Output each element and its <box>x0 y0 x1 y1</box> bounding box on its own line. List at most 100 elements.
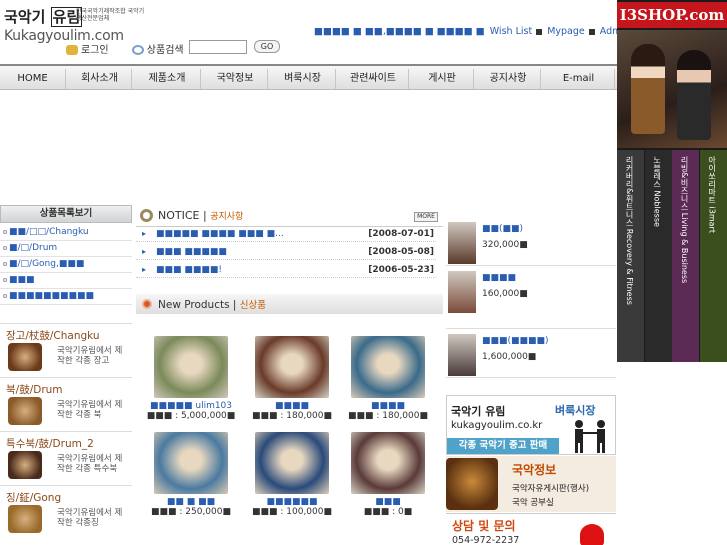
banner-stripe[interactable]: 리커버리&휘트니스 Recovery & Fitness <box>617 150 644 362</box>
contact-title: 상담 및 문의 <box>452 519 516 533</box>
side-product[interactable]: ■■■(■■■■) 1,600,000■ <box>446 330 616 378</box>
product-card[interactable]: ■■ ■ ■■ ■■■ : 250,000■ <box>143 432 239 517</box>
search-input[interactable] <box>189 40 247 54</box>
side-product[interactable]: ■■■■ 160,000■ <box>446 267 616 329</box>
more-button[interactable]: MORE <box>414 212 438 222</box>
person-image <box>631 44 665 134</box>
info-image <box>446 458 498 510</box>
product-card[interactable]: ■■■■■■ ■■■ : 100,000■ <box>244 432 340 517</box>
gukak-info-ad[interactable]: 국악정보 국악자유게시판(행사) 국악 공부실 <box>446 456 616 512</box>
category-box-desc: 국악기유림에서 제작한 각종 특수북 <box>57 454 123 474</box>
category-item[interactable]: ■/□/Gong,■■■ <box>0 257 132 273</box>
banner-stripe[interactable]: 리빙&비즈니스 Living & Business <box>672 150 699 362</box>
notice-title: NOTICE <box>158 209 200 222</box>
category-box-desc: 국악기유림에서 제작한 각종 장고 <box>57 346 123 366</box>
nav-item[interactable]: 게시판 <box>411 69 474 89</box>
product-price: ■■■ : 0■ <box>363 507 413 517</box>
product-image[interactable] <box>255 432 329 494</box>
notice-item-title: ■■■■■ ■■■■ ■■■ ■... <box>156 229 284 239</box>
category-label: ■■■■■■■■■■ <box>9 291 95 301</box>
main-nav: HOME 회사소개 제품소개 국악정보 벼룩시장 관련싸이트 게시판 공지사항 E-mail <box>0 64 617 90</box>
side-product-name[interactable]: ■■■(■■■■) <box>482 336 549 346</box>
notice-item[interactable]: ▸ ■■■ ■■■■■ [2008-05-08] <box>136 244 436 260</box>
category-box[interactable]: 장고/杖鼓/Changku 국악기유림에서 제작한 각종 장고 <box>0 323 132 377</box>
category-box-title: 북/鼓/Drum <box>6 384 63 396</box>
product-card[interactable]: ■■■■ ■■■ : 180,000■ <box>244 336 340 421</box>
category-item[interactable]: ■/□/Drum <box>0 241 132 257</box>
flea-market-ad[interactable]: 국악기 유림 벼룩시장 kukagyoulim.co.kr 각종 국악기 중고 … <box>446 395 616 455</box>
side-product-image[interactable] <box>448 271 476 313</box>
side-product-image[interactable] <box>448 334 476 376</box>
product-price: ■■■ : 180,000■ <box>348 411 428 421</box>
product-name[interactable]: ■■■■■ ulim103 <box>143 401 239 411</box>
category-box[interactable]: 징/鉦/Gong 국악기유림에서 제작한 각종징 <box>0 485 132 539</box>
product-card[interactable]: ■■■■ ■■■ : 180,000■ <box>340 336 436 421</box>
category-item[interactable]: ■■■■■■■■■■ <box>0 289 132 305</box>
arrow-icon: ▸ <box>142 229 147 238</box>
side-product-image[interactable] <box>448 222 476 264</box>
site-logo[interactable]: 국악기 유림 한국국악기제작조합 국악기생산전문업체 Kukagyoulim.c… <box>4 6 144 44</box>
mypage-link[interactable]: Mypage <box>547 26 585 37</box>
banner-photo <box>617 30 727 148</box>
notice-item[interactable]: ▸ ■■■ ■■■■! [2006-05-23] <box>136 262 436 278</box>
category-box-title: 장고/杖鼓/Changku <box>6 330 100 342</box>
product-name[interactable]: ■■■■■■ <box>244 497 340 507</box>
nav-item[interactable]: 국악정보 <box>203 69 268 89</box>
category-box[interactable]: 북/鼓/Drum 국악기유림에서 제작한 각종 북 <box>0 377 132 431</box>
contact-ad[interactable]: 상담 및 문의 054-972-2237 <box>446 513 616 545</box>
product-image[interactable] <box>154 336 228 398</box>
category-box-title: 특수북/鼓/Drum_2 <box>6 438 94 450</box>
product-card[interactable]: ■■■ ■■■ : 0■ <box>340 432 436 517</box>
nav-item[interactable]: 관련싸이트 <box>338 69 409 89</box>
product-name[interactable]: ■■■■ <box>244 401 340 411</box>
side-product-name[interactable]: ■■■■ <box>482 273 516 283</box>
product-image[interactable] <box>255 336 329 398</box>
stripe-label: 리빙&비즈니스 Living & Business <box>680 156 689 284</box>
contact-phone: 054-972-2237 <box>452 535 520 545</box>
nav-item[interactable]: 벼룩시장 <box>270 69 336 89</box>
category-item[interactable]: ■■■ <box>0 273 132 289</box>
banner-stripe[interactable]: 노블레스 Noblesse <box>644 150 672 362</box>
nav-item[interactable]: HOME <box>0 69 66 89</box>
i3shop-banner[interactable]: I3SHOP.com 리커버리&휘트니스 Recovery & Fitness 노… <box>617 0 727 362</box>
notice-item-title: ■■■ ■■■■! <box>156 265 222 275</box>
product-price: ■■■ : 100,000■ <box>252 507 332 517</box>
side-product-name[interactable]: ■■(■■) <box>482 224 523 234</box>
nav-item[interactable]: 회사소개 <box>68 69 132 89</box>
i3shop-brand: I3SHOP.com <box>617 2 727 28</box>
notice-item-date: [2008-05-08] <box>368 247 434 257</box>
product-name[interactable]: ■■■ <box>340 497 436 507</box>
product-name[interactable]: ■■ ■ ■■ <box>143 497 239 507</box>
category-box[interactable]: 특수북/鼓/Drum_2 국악기유림에서 제작한 각종 특수북 <box>0 431 132 485</box>
category-item[interactable]: ■■/□□/Changku <box>0 225 132 241</box>
arrow-icon: ▸ <box>142 265 147 274</box>
product-image[interactable] <box>351 336 425 398</box>
product-price: ■■■ : 250,000■ <box>151 507 231 517</box>
separator <box>588 28 595 35</box>
new-products-title-kr: 신상품 <box>239 300 267 311</box>
product-card[interactable]: ■■■■■ ulim103 ■■■ : 5,000,000■ <box>143 336 239 421</box>
people-icon <box>575 420 605 453</box>
login-link[interactable]: 로그인 <box>81 45 109 56</box>
category-label: ■/□/Gong,■■■ <box>9 259 85 269</box>
notice-item-date: [2008-07-01] <box>368 229 434 239</box>
nav-item[interactable]: 공지사항 <box>476 69 541 89</box>
category-header: 상품목록보기 <box>0 205 132 223</box>
side-product[interactable]: ■■(■■) 320,000■ <box>446 218 616 266</box>
wishlist-link[interactable]: Wish List <box>490 26 532 37</box>
stripe-label: 노블레스 Noblesse <box>652 156 662 227</box>
bullet-icon <box>3 293 7 298</box>
product-name[interactable]: ■■■■ <box>340 401 436 411</box>
nav-item[interactable]: 제품소개 <box>134 69 201 89</box>
stripe-label: 아이쏘리마트 i3mart <box>707 156 717 233</box>
go-button[interactable]: GO <box>254 40 280 53</box>
banner-stripe[interactable]: 아이쏘리마트 i3mart <box>699 150 727 362</box>
category-thumbnail <box>8 343 42 371</box>
bullet-icon <box>3 261 7 266</box>
product-image[interactable] <box>154 432 228 494</box>
product-image[interactable] <box>351 432 425 494</box>
bullet-icon <box>3 277 7 282</box>
notice-item[interactable]: ▸ ■■■■■ ■■■■ ■■■ ■... [2008-07-01] <box>136 226 436 242</box>
ad-info-line2: 국악 공부실 <box>512 498 554 508</box>
nav-item[interactable]: E-mail <box>543 69 615 89</box>
